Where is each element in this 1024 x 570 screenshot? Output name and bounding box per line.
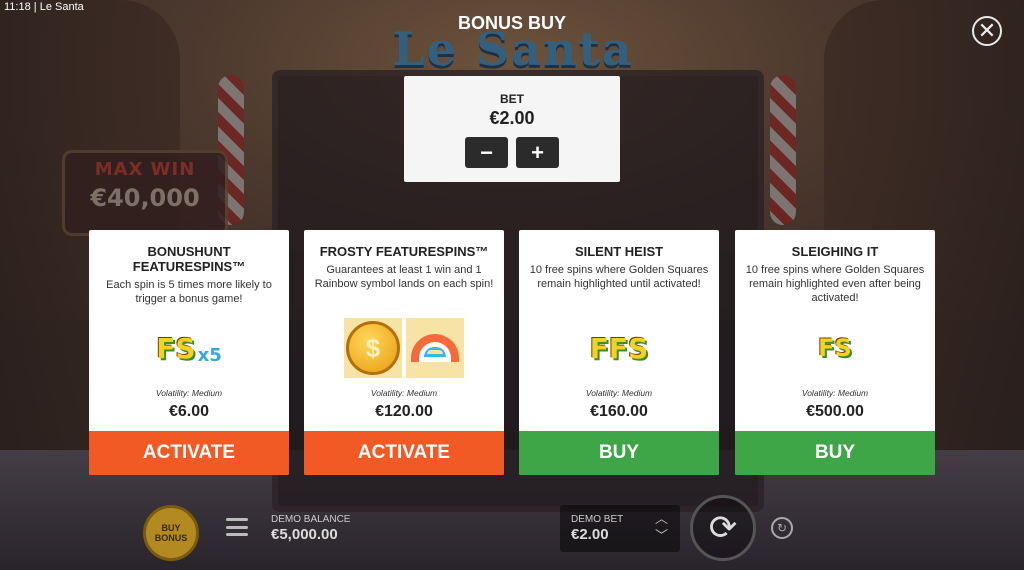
- demo-bet: DEMO BET €2.00: [571, 514, 623, 543]
- menu-icon[interactable]: [226, 518, 248, 536]
- close-icon: ✕: [977, 18, 997, 43]
- card-price: €6.00: [168, 403, 210, 420]
- demo-bet-value: €2.00: [571, 526, 609, 543]
- card-description: Guarantees at least 1 win and 1 Rainbow …: [314, 264, 494, 290]
- card-description: 10 free spins where Golden Squares remai…: [529, 264, 709, 290]
- modal-title: BONUS BUY: [457, 13, 566, 33]
- activate-button[interactable]: ACTIVATE: [89, 431, 289, 475]
- buy-bonus-button[interactable]: BUY BONUS: [143, 505, 199, 561]
- status-bar: 11:18 | Le Santa: [4, 1, 84, 13]
- coin-tile: $: [344, 318, 402, 378]
- bonus-card-bonushunt: BONUSHUNT FEATURESPINS™ Each spin is 5 t…: [89, 230, 289, 475]
- bet-value: €2.00: [489, 108, 535, 128]
- bonus-card-silent-heist: SILENT HEIST 10 free spins where Golden …: [519, 230, 719, 475]
- autoplay-icon: ↻: [776, 521, 788, 535]
- bonus-card-frosty: FROSTY FEATURESPINS™ Guarantees at least…: [304, 230, 504, 475]
- card-title: BONUSHUNT FEATURESPINS™: [132, 244, 246, 274]
- card-description: 10 free spins where Golden Squares remai…: [745, 264, 925, 304]
- buy-button[interactable]: BUY: [519, 431, 719, 475]
- card-title: FROSTY FEATURESPINS™: [319, 244, 489, 259]
- card-volatility: Volatility: Medium: [155, 388, 223, 398]
- bet-panel: BET €2.00 − +: [404, 76, 620, 182]
- chevron-down-icon[interactable]: ﹀: [655, 527, 668, 544]
- bonus-card-sleighing-it: SLEIGHING IT 10 free spins where Golden …: [735, 230, 935, 475]
- demo-balance-label: DEMO BALANCE: [271, 514, 351, 525]
- coin-icon: $: [346, 321, 400, 375]
- card-art: FS: [735, 318, 935, 378]
- card-art: $: [304, 318, 504, 378]
- demo-bet-label: DEMO BET: [571, 514, 624, 525]
- close-button[interactable]: ✕: [972, 16, 1002, 46]
- bet-label: BET: [500, 92, 524, 106]
- card-description: Each spin is 5 times more likely to trig…: [106, 279, 272, 305]
- fs-symbol-icon: FS: [156, 331, 196, 365]
- card-volatility: Volatility: Medium: [801, 388, 869, 398]
- buy-button[interactable]: BUY: [735, 431, 935, 475]
- card-volatility: Volatility: Medium: [370, 388, 438, 398]
- spin-icon: ⟳: [708, 509, 738, 547]
- chevron-up-icon[interactable]: ︿: [655, 510, 668, 527]
- bet-decrease-button[interactable]: −: [465, 137, 508, 168]
- rainbow-icon: [411, 334, 459, 362]
- demo-balance: DEMO BALANCE €5,000.00: [271, 514, 350, 543]
- card-price: €120.00: [375, 403, 433, 420]
- card-price: €160.00: [590, 403, 648, 420]
- rainbow-tile: [406, 318, 464, 378]
- activate-button[interactable]: ACTIVATE: [304, 431, 504, 475]
- autoplay-button[interactable]: ↻: [771, 517, 793, 539]
- demo-balance-value: €5,000.00: [271, 526, 338, 543]
- status-time: 11:18: [4, 1, 31, 13]
- fs-symbol-icon: FS: [818, 334, 852, 362]
- card-price: €500.00: [806, 403, 864, 420]
- fs-symbol-icon: FFS: [589, 331, 649, 365]
- status-app-name: Le Santa: [39, 1, 84, 13]
- card-art: FS x5: [89, 318, 289, 378]
- bet-increase-button[interactable]: +: [516, 137, 559, 168]
- card-title: SILENT HEIST: [574, 244, 664, 259]
- spin-button[interactable]: ⟳: [690, 495, 756, 561]
- multiplier-label: x5: [197, 344, 222, 366]
- bet-arrows[interactable]: ︿ ﹀: [655, 510, 668, 544]
- card-title: SLEIGHING IT: [791, 244, 879, 259]
- card-art: FFS: [519, 318, 719, 378]
- card-volatility: Volatility: Medium: [585, 388, 653, 398]
